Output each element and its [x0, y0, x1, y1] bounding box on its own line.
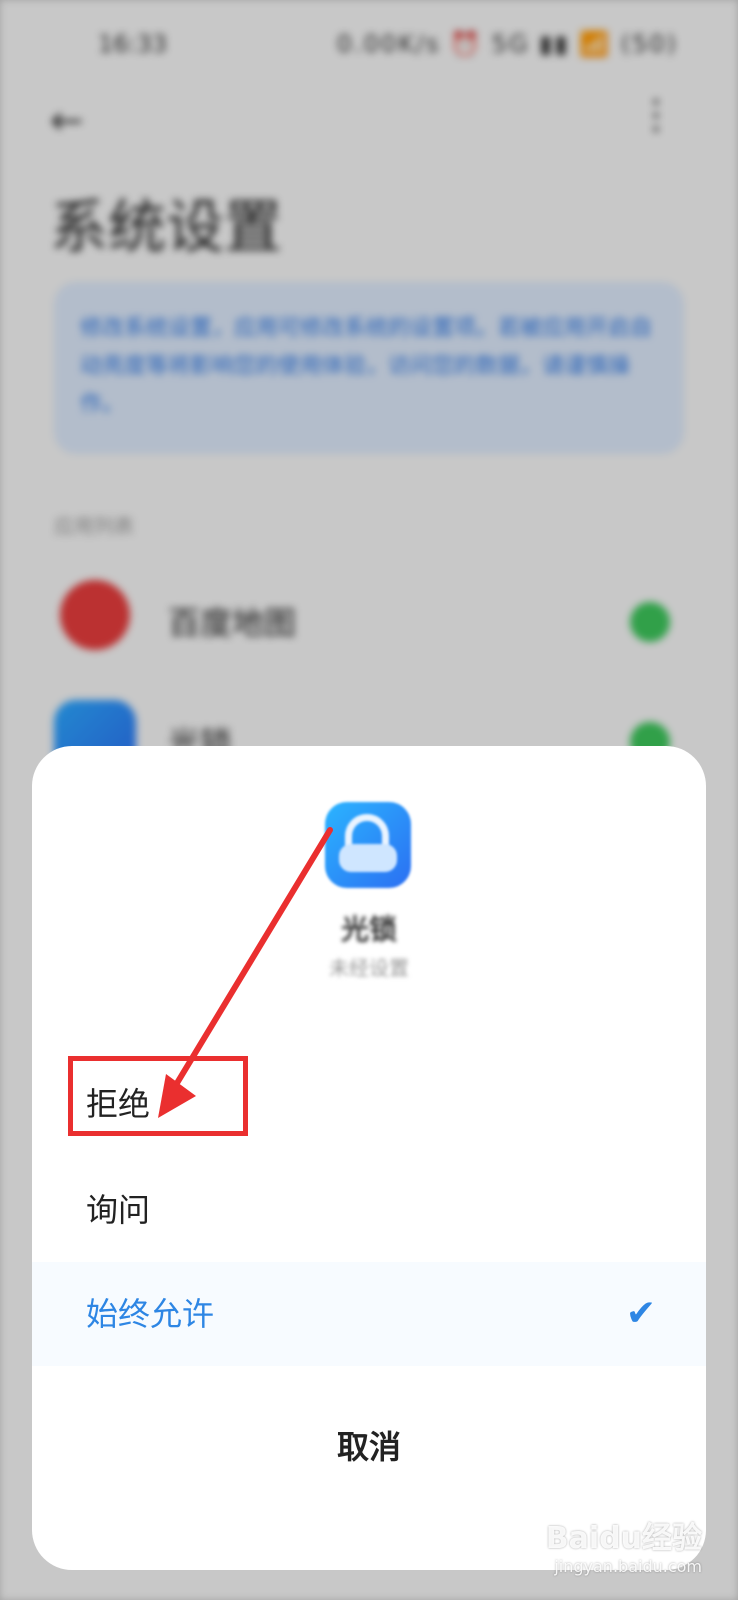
- watermark-brand: Baidu经验: [545, 1521, 702, 1556]
- baidu-watermark: Baidu经验 jingyan.baidu.com: [546, 1513, 702, 1576]
- watermark-url: jingyan.baidu.com: [554, 1557, 702, 1576]
- annotation-arrow: [158, 827, 333, 1118]
